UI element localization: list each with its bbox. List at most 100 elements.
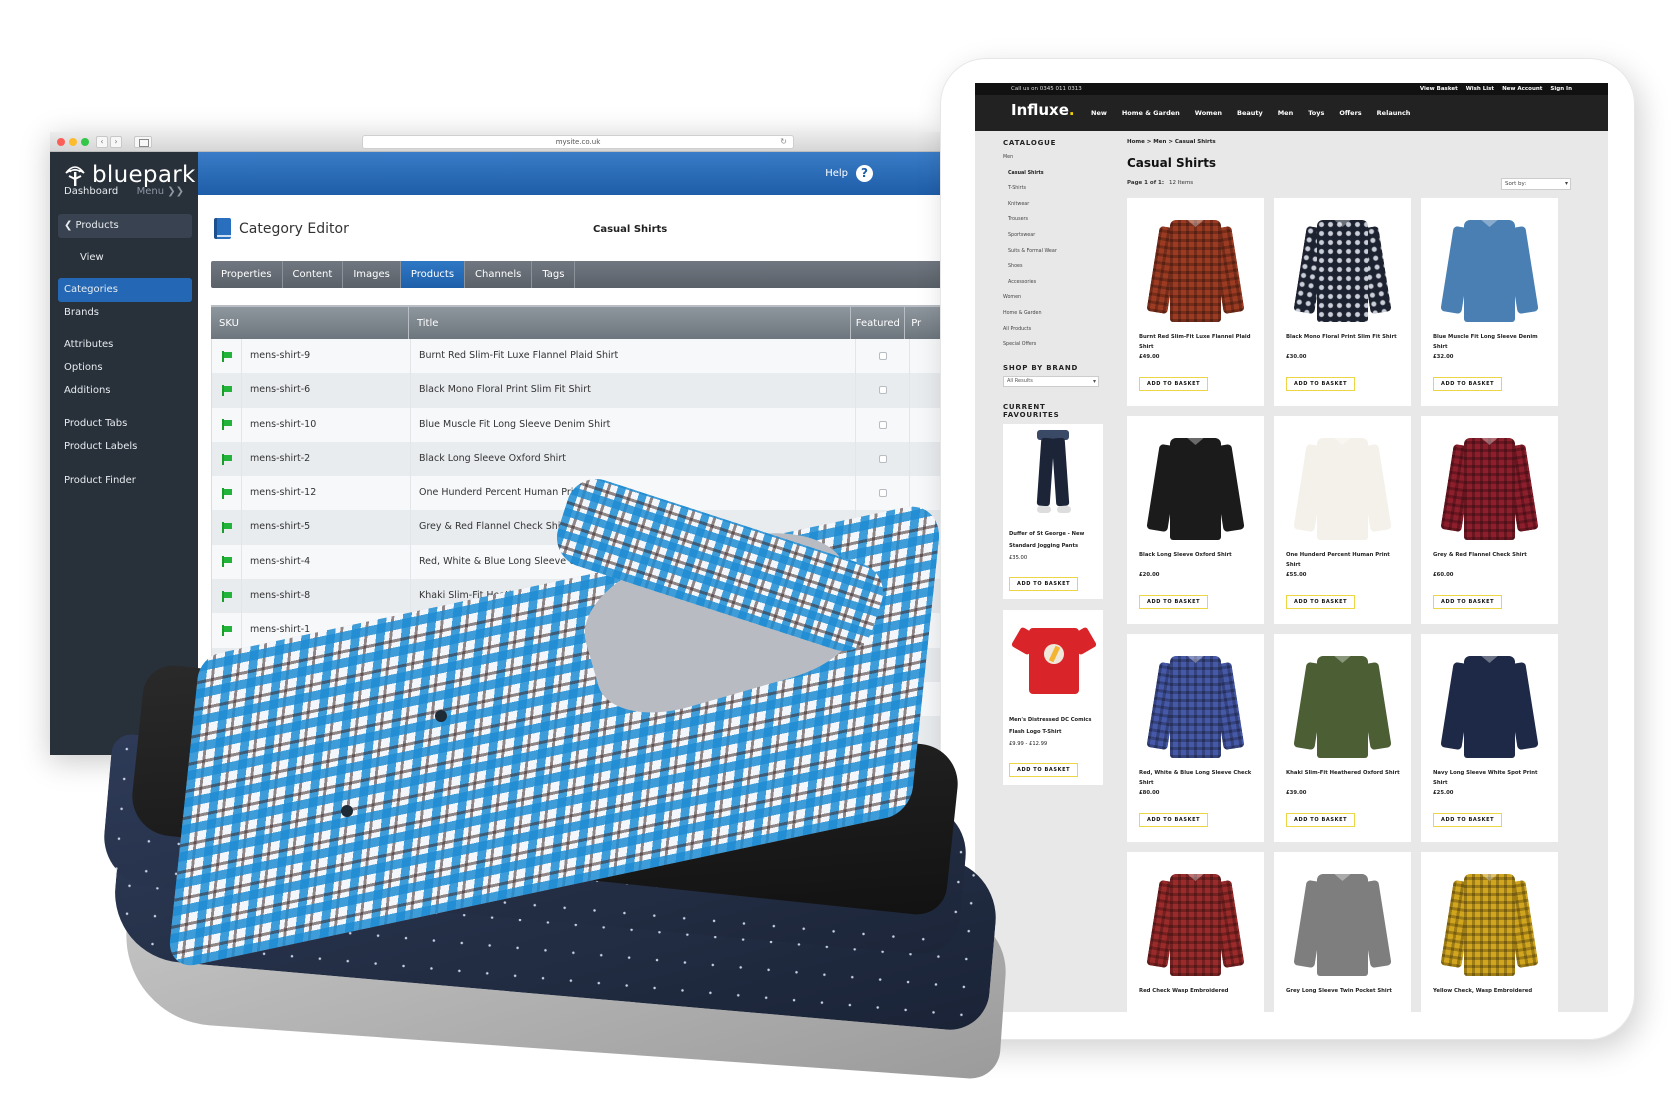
add-to-basket-button[interactable]: ADD TO BASKET [1433, 595, 1503, 609]
breadcrumb[interactable]: Home > Men > Casual Shirts [1127, 139, 1216, 145]
table-row[interactable]: mens-shirt-9 Burnt Red Slim-Fit Luxe Flan… [211, 339, 945, 374]
forward-button[interactable]: › [110, 136, 122, 148]
zoom-window-button[interactable] [81, 138, 89, 146]
sidebar-item-categories[interactable]: Categories [58, 278, 192, 302]
sidebar-item-additions[interactable]: Additions [58, 379, 192, 403]
sku-cell[interactable]: mens-shirt-12 [242, 476, 411, 511]
column-header-featured[interactable]: Featured [851, 307, 906, 339]
favourite-name[interactable]: Duffer of St George - New Standard Joggi… [1009, 528, 1097, 552]
sidebar-item-product-tabs[interactable]: Product Tabs [58, 412, 192, 436]
product-image[interactable] [1440, 870, 1539, 980]
product-name[interactable]: Burnt Red Slim-Fit Luxe Flannel Plaid Sh… [1139, 332, 1254, 354]
featured-checkbox[interactable] [878, 386, 887, 395]
sku-cell[interactable]: mens-shirt-5 [242, 510, 411, 545]
tab-channels[interactable]: Channels [465, 261, 533, 288]
product-image[interactable] [1146, 870, 1245, 980]
minimize-window-button[interactable] [69, 138, 77, 146]
product-image[interactable] [1146, 434, 1245, 544]
address-bar[interactable]: mysite.co.uk ↻ [362, 135, 794, 149]
product-name[interactable]: One Hunderd Percent Human Print Shirt [1286, 550, 1401, 572]
nav-item-offers[interactable]: Offers [1339, 109, 1361, 117]
sidebar-item-brands[interactable]: Brands [58, 301, 192, 325]
reload-icon[interactable]: ↻ [780, 136, 787, 148]
wish-list-link[interactable]: Wish List [1466, 83, 1494, 95]
catalogue-item[interactable]: T-Shirts [1003, 186, 1103, 202]
featured-checkbox[interactable] [878, 352, 887, 361]
green-flag-icon[interactable] [222, 453, 233, 465]
add-to-basket-button[interactable]: ADD TO BASKET [1286, 595, 1356, 609]
sidebar-toggle-icon[interactable] [134, 136, 152, 148]
green-flag-icon[interactable] [222, 487, 233, 499]
title-cell[interactable]: Burnt Red Slim-Fit Luxe Flannel Plaid Sh… [411, 339, 856, 374]
product-name[interactable]: Yellow Check, Wasp Embroidered [1433, 986, 1548, 1008]
product-image[interactable] [1440, 216, 1539, 326]
nav-item-toys[interactable]: Toys [1308, 109, 1324, 117]
featured-checkbox[interactable] [878, 455, 887, 464]
tab-content[interactable]: Content [283, 261, 344, 288]
product-name[interactable]: Grey Long Sleeve Twin Pocket Shirt [1286, 986, 1401, 1008]
title-cell[interactable]: Black Mono Floral Print Slim Fit Shirt [411, 373, 856, 408]
catalogue-item[interactable]: Trousers [1003, 217, 1103, 233]
sku-cell[interactable]: mens-shirt-2 [242, 441, 411, 477]
nav-item-home-garden[interactable]: Home & Garden [1122, 109, 1180, 117]
sidebar-item-product-finder[interactable]: Product Finder [58, 469, 192, 493]
title-cell[interactable]: Blue Muscle Fit Long Sleeve Denim Shirt [411, 407, 856, 442]
back-button[interactable]: ‹ [96, 136, 108, 148]
table-row[interactable]: mens-shirt-2 Black Long Sleeve Oxford Shi… [211, 441, 945, 477]
table-row[interactable]: mens-shirt-10 Blue Muscle Fit Long Sleeve… [211, 407, 945, 442]
product-image[interactable] [1440, 434, 1539, 544]
featured-checkbox[interactable] [878, 489, 887, 498]
product-name[interactable]: Grey & Red Flannel Check Shirt [1433, 550, 1548, 572]
product-image[interactable] [1146, 652, 1245, 762]
add-to-basket-button[interactable]: ADD TO BASKET [1286, 377, 1356, 391]
green-flag-icon[interactable] [222, 522, 233, 534]
catalogue-item[interactable]: All Products [1003, 327, 1103, 343]
product-image[interactable] [1293, 652, 1392, 762]
catalogue-item[interactable]: Knitwear [1003, 202, 1103, 218]
catalogue-item[interactable]: Accessories [1003, 280, 1103, 296]
tab-images[interactable]: Images [343, 261, 401, 288]
product-image[interactable] [1293, 870, 1392, 980]
nav-item-new[interactable]: New [1091, 109, 1107, 117]
nav-item-beauty[interactable]: Beauty [1237, 109, 1263, 117]
sidebar-item-options[interactable]: Options [58, 356, 192, 380]
product-name[interactable]: Blue Muscle Fit Long Sleeve Denim Shirt [1433, 332, 1548, 354]
sidebar-dashboard-link[interactable]: Dashboard [64, 186, 118, 197]
product-name[interactable]: Khaki Slim-Fit Heathered Oxford Shirt [1286, 768, 1401, 790]
green-flag-icon[interactable] [222, 350, 233, 362]
product-image[interactable] [1146, 216, 1245, 326]
product-name[interactable]: Red, White & Blue Long Sleeve Check Shir… [1139, 768, 1254, 790]
add-to-basket-button[interactable]: ADD TO BASKET [1139, 377, 1209, 391]
catalogue-item[interactable]: Home & Garden [1003, 311, 1103, 327]
add-to-basket-button[interactable]: ADD TO BASKET [1139, 813, 1209, 827]
sidebar-menu-toggle[interactable]: Menu ❯❯ [137, 186, 184, 197]
nav-item-women[interactable]: Women [1195, 109, 1222, 117]
green-flag-icon[interactable] [222, 419, 233, 431]
sidebar-group-products[interactable]: ❮ Products [58, 214, 192, 238]
green-flag-icon[interactable] [222, 384, 233, 396]
table-row[interactable]: mens-shirt-6 Black Mono Floral Print Slim… [211, 373, 945, 408]
influxe-logo[interactable]: Influxe. [1011, 101, 1075, 119]
tab-tags[interactable]: Tags [532, 261, 576, 288]
catalogue-item[interactable]: Special Offers [1003, 342, 1103, 358]
add-to-basket-button[interactable]: ADD TO BASKET [1433, 377, 1503, 391]
add-to-basket-button[interactable]: ADD TO BASKET [1139, 595, 1209, 609]
catalogue-item[interactable]: Men [1003, 155, 1103, 171]
sidebar-item-attributes[interactable]: Attributes [58, 333, 192, 357]
catalogue-item[interactable]: Casual Shirts [1003, 171, 1103, 187]
sku-cell[interactable]: mens-shirt-6 [242, 373, 411, 408]
catalogue-item[interactable]: Sportswear [1003, 233, 1103, 249]
sidebar-item-product-labels[interactable]: Product Labels [58, 435, 192, 459]
catalogue-item[interactable]: Women [1003, 295, 1103, 311]
tab-properties[interactable]: Properties [211, 261, 283, 288]
view-basket-link[interactable]: View Basket [1420, 83, 1458, 95]
close-window-button[interactable] [57, 138, 65, 146]
sku-cell[interactable]: mens-shirt-9 [242, 339, 411, 374]
product-image[interactable] [1293, 216, 1392, 326]
nav-item-men[interactable]: Men [1278, 109, 1294, 117]
jogging-pants-image[interactable] [1009, 429, 1097, 522]
product-name[interactable]: Black Mono Floral Print Slim Fit Shirt [1286, 332, 1401, 354]
sku-cell[interactable]: mens-shirt-10 [242, 407, 411, 442]
column-header-sku[interactable]: SKU [211, 307, 409, 339]
featured-checkbox[interactable] [878, 420, 887, 429]
